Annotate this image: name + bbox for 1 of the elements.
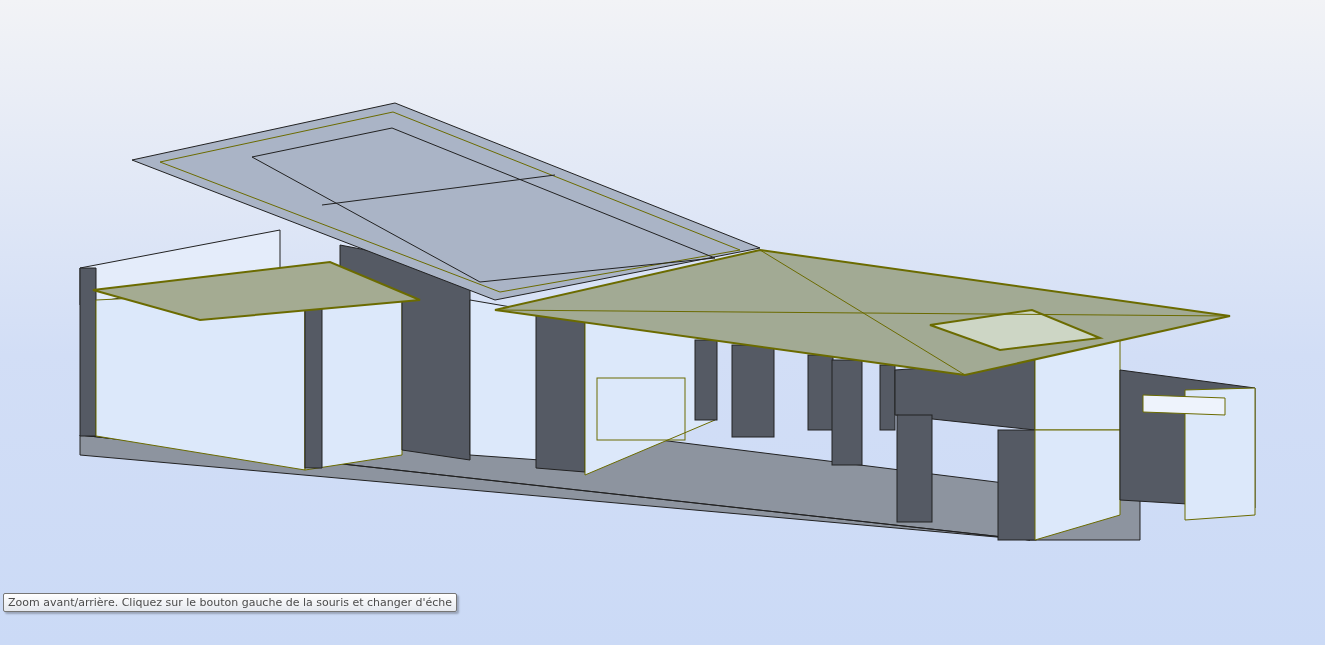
tooltip: Zoom avant/arrière. Cliquez sur le bouton gauche de la souris et changer d'éche — [3, 593, 458, 612]
